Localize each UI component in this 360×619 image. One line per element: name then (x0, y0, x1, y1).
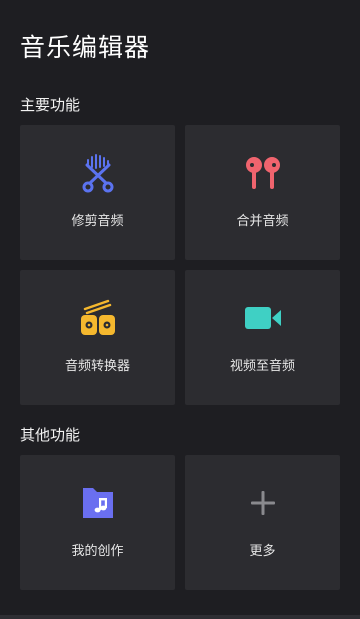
section-title-primary: 主要功能 (20, 96, 81, 114)
card-my-works[interactable]: 我的创作 (20, 455, 175, 590)
card-label: 我的创作 (71, 544, 124, 559)
earbuds-icon (243, 153, 283, 193)
section-title-other: 其他功能 (20, 426, 81, 444)
scissors-audio-icon (78, 153, 118, 193)
video-camera-icon (243, 298, 283, 338)
card-audio-converter[interactable]: 音频转换器 (20, 270, 175, 405)
card-video-to-audio[interactable]: 视频至音频 (185, 270, 340, 405)
card-label: 修剪音频 (71, 214, 124, 229)
plus-icon (243, 483, 283, 523)
card-label: 更多 (249, 544, 276, 559)
bottom-edge (0, 615, 360, 619)
card-more[interactable]: 更多 (185, 455, 340, 590)
card-merge-audio[interactable]: 合并音频 (185, 125, 340, 260)
card-label: 合并音频 (236, 214, 289, 229)
music-folder-icon (78, 483, 118, 523)
card-label: 音频转换器 (64, 359, 130, 374)
app-title: 音乐编辑器 (20, 33, 151, 62)
card-trim-audio[interactable]: 修剪音频 (20, 125, 175, 260)
converter-icon (78, 298, 118, 338)
card-label: 视频至音频 (229, 359, 295, 374)
